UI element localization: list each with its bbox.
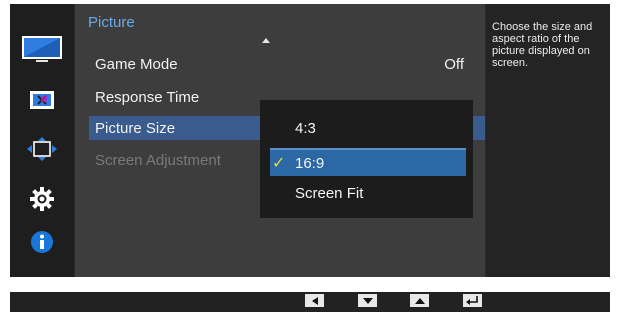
menu-item-label: Screen Adjustment: [95, 151, 221, 169]
option-label: 16:9: [295, 154, 325, 172]
sidebar-item-color[interactable]: [10, 82, 74, 118]
category-sidebar: [10, 4, 74, 277]
option-4-3[interactable]: 4:3: [270, 114, 466, 142]
information-icon: [31, 231, 53, 253]
enter-icon: [466, 295, 478, 305]
menu-item-label: Picture Size: [95, 119, 176, 137]
menu-item-label: Response Time: [95, 88, 200, 106]
setup-gear-icon: [30, 187, 54, 211]
up-arrow-icon: [414, 297, 425, 304]
checkmark-icon: ✓: [272, 155, 286, 172]
option-screen-fit[interactable]: Screen Fit: [270, 179, 466, 207]
option-16-9[interactable]: ✓ 16:9: [270, 148, 466, 176]
menu-item-label: Game Mode: [95, 55, 178, 73]
size-position-icon: [27, 137, 57, 161]
down-arrow-icon: [362, 297, 373, 304]
sidebar-item-size-position[interactable]: [10, 131, 74, 167]
help-text: Choose the size and aspect ratio of the …: [492, 21, 593, 69]
left-arrow-button[interactable]: [305, 294, 324, 307]
option-label: 4:3: [295, 119, 316, 137]
menu-item-game-mode[interactable]: Game Mode Off: [89, 52, 485, 76]
enter-button[interactable]: [463, 294, 482, 307]
menu-title: Picture: [88, 14, 135, 31]
scroll-up-caret-icon: [262, 38, 270, 43]
sidebar-item-picture[interactable]: [10, 32, 74, 68]
sidebar-item-setup[interactable]: [10, 181, 74, 217]
down-arrow-button[interactable]: [358, 294, 377, 307]
sidebar-item-information[interactable]: [10, 224, 74, 260]
up-arrow-button[interactable]: [410, 294, 429, 307]
color-icon: [30, 91, 54, 109]
option-label: Screen Fit: [295, 184, 364, 202]
picture-icon: [22, 36, 62, 62]
left-arrow-icon: [311, 296, 318, 305]
game-mode-value: Off: [444, 55, 464, 73]
